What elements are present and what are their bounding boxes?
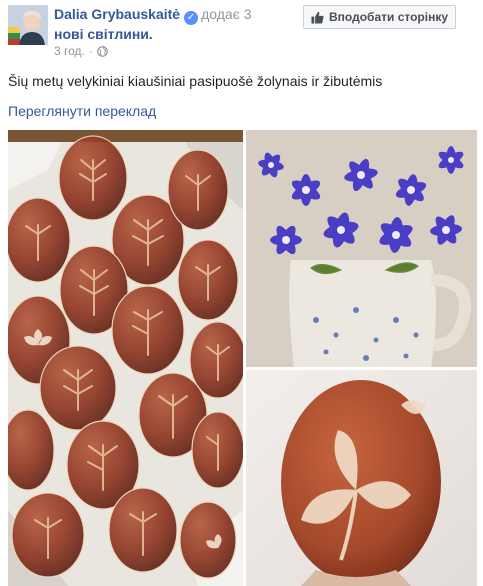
- single-egg-image: [246, 370, 477, 586]
- like-page-button[interactable]: Вподобати сторінку: [303, 5, 456, 29]
- like-page-label: Вподобати сторінку: [329, 10, 449, 24]
- page-avatar[interactable]: [8, 5, 48, 45]
- photo-basket-eggs[interactable]: [8, 130, 243, 586]
- new-photos-link[interactable]: нові світлини.: [54, 26, 153, 42]
- thumbs-up-icon: [311, 11, 324, 24]
- see-translation-link[interactable]: Переглянути переклад: [8, 102, 156, 120]
- action-text: додає 3: [201, 6, 252, 22]
- photo-single-egg[interactable]: [246, 370, 477, 586]
- timestamp-link[interactable]: 3 год.: [54, 43, 85, 59]
- post-text: Šių metų velykiniai kiaušiniai pasipuošė…: [8, 73, 383, 89]
- eggs-basket-image: [8, 130, 243, 586]
- author-name-link[interactable]: Dalia Grybauskaitė: [54, 6, 180, 22]
- post-header: Dalia Grybauskaitė ✓ додає 3 нові світлини…: [54, 5, 299, 43]
- meta-separator: ·: [88, 44, 93, 58]
- post-meta: 3 год. ·: [54, 43, 108, 59]
- verified-badge-icon: ✓: [184, 11, 199, 25]
- flowers-jug-image: [246, 130, 477, 367]
- photo-flowers-jug[interactable]: [246, 130, 477, 367]
- globe-icon[interactable]: [97, 45, 108, 57]
- avatar-image: [8, 5, 48, 45]
